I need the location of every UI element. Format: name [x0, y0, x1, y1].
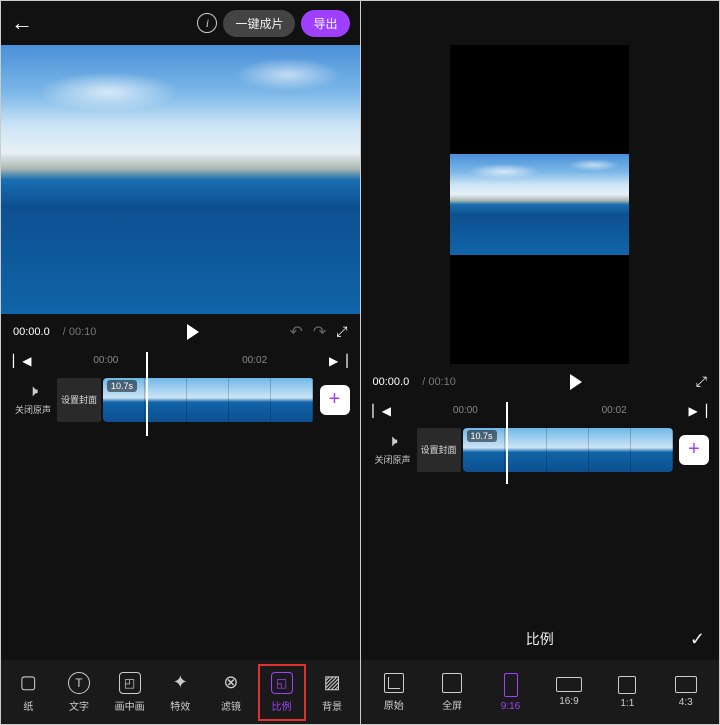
- text-icon: T: [68, 672, 90, 694]
- current-time: 00:00.0: [13, 326, 50, 338]
- editor-pane-left: ← i 一键成片 导出 00:00.0 / 00:10 ↶ ↷ ⤢ ▏◀ 00:…: [1, 1, 360, 724]
- pip-icon: ◰: [119, 672, 141, 694]
- ratio-label: 1:1: [620, 698, 634, 709]
- autocreate-button[interactable]: 一键成片: [223, 10, 295, 37]
- tool-label: 滤镜: [221, 698, 241, 713]
- ratio-9-16-icon: [504, 673, 518, 697]
- tool-effects[interactable]: ✦ 特效: [160, 668, 200, 717]
- ratio-option-16-9[interactable]: 16:9: [547, 677, 591, 707]
- speaker-icon: 🕨: [387, 433, 397, 451]
- ratio-option-9-16[interactable]: 9:16: [489, 673, 533, 712]
- playhead[interactable]: [146, 352, 148, 436]
- set-cover-button[interactable]: 设置封面: [417, 428, 461, 472]
- tool-label: 纸: [23, 698, 33, 713]
- tool-pip[interactable]: ◰ 画中画: [110, 668, 150, 717]
- speaker-icon: 🕨: [28, 383, 38, 401]
- add-clip-button[interactable]: +: [320, 385, 350, 415]
- ratio-option-original[interactable]: 原始: [372, 673, 416, 712]
- duration-badge: 10.7s: [107, 380, 137, 392]
- ratio-1-1-icon: [618, 676, 636, 694]
- playbar: 00:00.0 / 00:10 ↶ ↷ ⤢: [1, 314, 360, 350]
- playhead[interactable]: [506, 402, 508, 484]
- clip[interactable]: 10.7s: [463, 428, 674, 472]
- ratio-options: 原始 全屏 9:16 16:9 1:1 4:3: [361, 660, 720, 724]
- ratio-option-1-1[interactable]: 1:1: [605, 676, 649, 709]
- tool-label: 背景: [322, 698, 342, 713]
- tool-paper[interactable]: ▢ 纸: [8, 668, 48, 717]
- next-frame-icon[interactable]: ▶▕: [689, 404, 707, 418]
- tool-label: 文字: [69, 698, 89, 713]
- ratio-label: 全屏: [442, 697, 462, 712]
- timeline-strip[interactable]: 🕨 关闭原声 设置封面 10.7s +: [361, 422, 720, 478]
- video-preview[interactable]: [361, 45, 720, 364]
- ratio-label: 9:16: [501, 701, 520, 712]
- tool-ratio[interactable]: ◱ 比例: [262, 668, 302, 717]
- tool-text[interactable]: T 文字: [59, 668, 99, 717]
- preview-frame: [1, 45, 360, 314]
- clip[interactable]: 10.7s: [103, 378, 314, 422]
- tool-filter[interactable]: ⊗ 滤镜: [211, 668, 251, 717]
- ratio-label: 4:3: [679, 697, 693, 708]
- prev-frame-icon[interactable]: ▏◀: [373, 404, 391, 418]
- mute-toggle[interactable]: 🕨 关闭原声: [11, 383, 55, 416]
- undo-icon[interactable]: ↶: [289, 322, 302, 342]
- add-clip-button[interactable]: +: [679, 435, 709, 465]
- ratio-original-icon: [384, 673, 404, 693]
- prev-frame-icon[interactable]: ▏◀: [13, 354, 31, 368]
- timeline-strip[interactable]: 🕨 关闭原声 设置封面 10.7s +: [1, 372, 360, 428]
- ratio-16-9-icon: [556, 677, 582, 692]
- ratio-fullscreen-icon: [442, 673, 462, 693]
- play-icon[interactable]: [570, 374, 582, 390]
- ratio-option-4-3[interactable]: 4:3: [664, 676, 708, 708]
- redo-icon[interactable]: ↷: [313, 322, 326, 342]
- current-time: 00:00.0: [373, 376, 410, 388]
- ruler-tick: 00:00: [453, 405, 478, 416]
- timeline-ruler: ▏◀ 00:00 00:02 ▶▕: [361, 400, 720, 422]
- mute-label: 关闭原声: [15, 403, 51, 416]
- tool-label: 画中画: [115, 698, 145, 713]
- header: ← i 一键成片 导出: [1, 1, 360, 45]
- timeline-ruler: ▏◀ 00:00 00:02 ▶▕: [1, 350, 360, 372]
- ratio-panel-header: 比例 ✓: [361, 618, 720, 660]
- tool-label: 比例: [272, 698, 292, 713]
- mute-toggle[interactable]: 🕨 关闭原声: [371, 433, 415, 466]
- ratio-option-fullscreen[interactable]: 全屏: [430, 673, 474, 712]
- tool-background[interactable]: ▨ 背景: [312, 668, 352, 717]
- back-icon[interactable]: ←: [11, 10, 33, 36]
- info-icon[interactable]: i: [197, 13, 217, 33]
- expand-icon[interactable]: ⤢: [336, 323, 347, 340]
- background-icon: ▨: [321, 672, 343, 694]
- ruler-tick: 00:02: [242, 355, 267, 366]
- video-preview[interactable]: [1, 45, 360, 314]
- ratio-label: 16:9: [559, 696, 578, 707]
- total-time: / 00:10: [60, 326, 97, 338]
- filter-icon: ⊗: [220, 672, 242, 694]
- set-cover-button[interactable]: 设置封面: [57, 378, 101, 422]
- ratio-panel-title: 比例: [526, 629, 554, 649]
- export-button[interactable]: 导出: [301, 10, 349, 37]
- effects-icon: ✦: [169, 672, 191, 694]
- duration-badge: 10.7s: [467, 430, 497, 442]
- ruler-tick: 00:00: [93, 355, 118, 366]
- tool-label: 特效: [170, 698, 190, 713]
- ratio-icon: ◱: [271, 672, 293, 694]
- next-frame-icon[interactable]: ▶▕: [329, 354, 347, 368]
- paper-icon: ▢: [17, 672, 39, 694]
- confirm-icon[interactable]: ✓: [690, 629, 705, 650]
- total-time: / 00:10: [419, 376, 456, 388]
- preview-frame: [450, 154, 629, 255]
- mute-label: 关闭原声: [374, 453, 410, 466]
- ruler-tick: 00:02: [602, 405, 627, 416]
- playbar: 00:00.0 / 00:10 ⤢: [361, 364, 720, 400]
- editor-pane-right: 00:00.0 / 00:10 ⤢ ▏◀ 00:00 00:02 ▶▕ 🕨 关闭…: [361, 1, 720, 724]
- play-icon[interactable]: [187, 324, 199, 340]
- main-toolbar: ▢ 纸 T 文字 ◰ 画中画 ✦ 特效 ⊗ 滤镜 ◱ 比例: [1, 660, 360, 724]
- ratio-label: 原始: [384, 697, 404, 712]
- expand-icon[interactable]: ⤢: [696, 373, 707, 390]
- ratio-4-3-icon: [675, 676, 697, 693]
